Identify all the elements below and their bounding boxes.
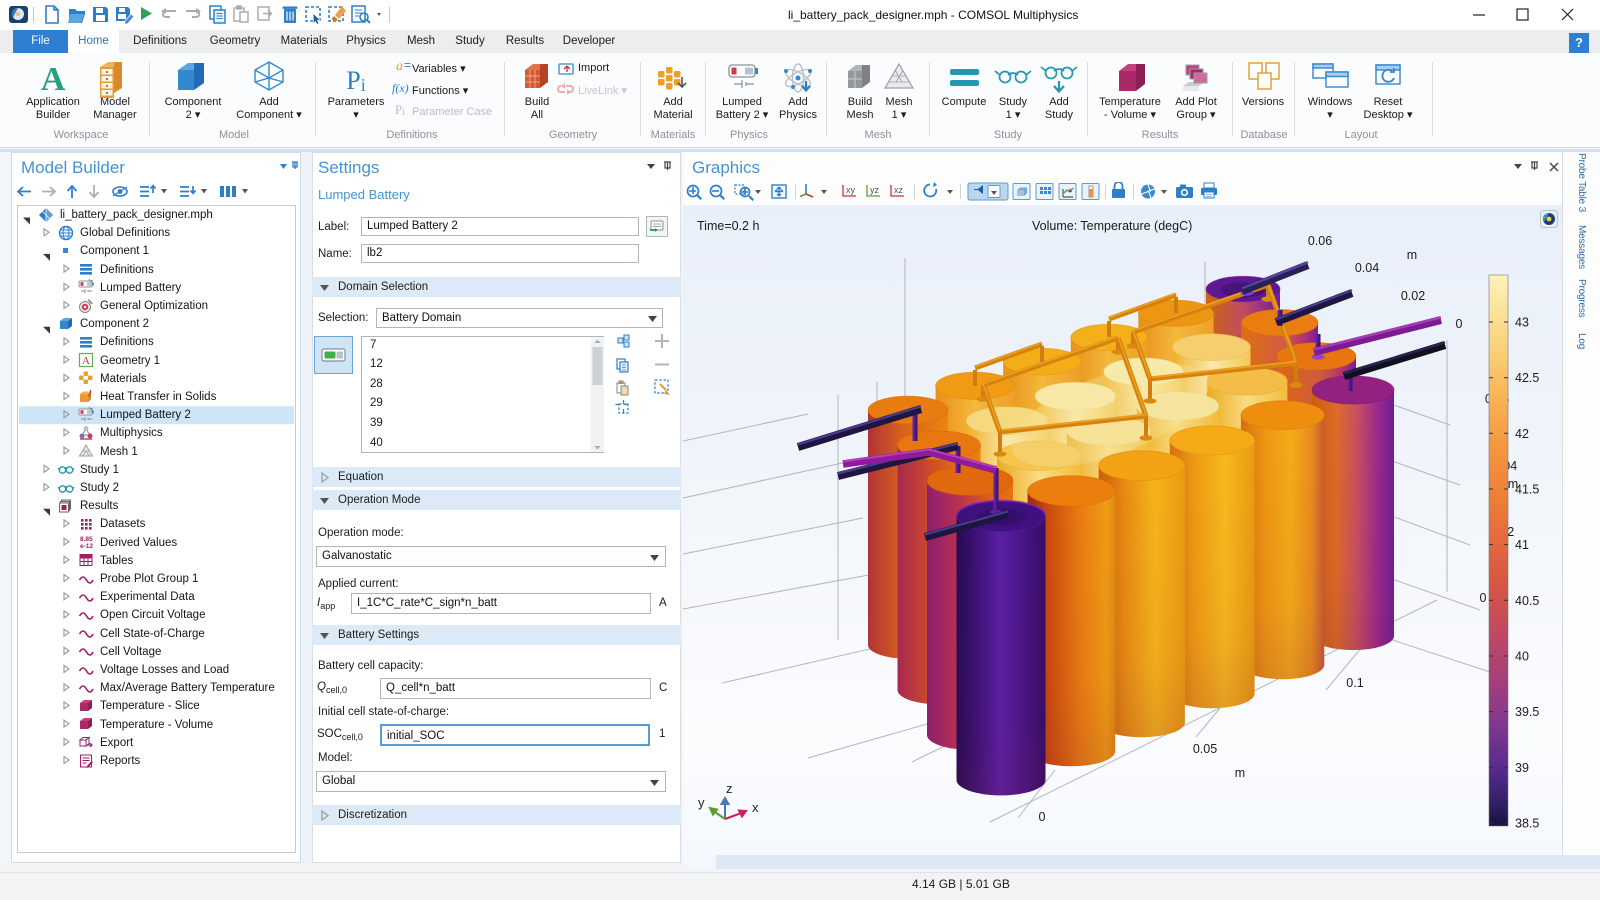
svg-text:a: a [396, 59, 403, 74]
svg-text:x: x [752, 800, 759, 815]
svg-text:41.5: 41.5 [1515, 483, 1539, 497]
svg-text:0.05: 0.05 [1193, 742, 1217, 756]
svg-text:41: 41 [1515, 538, 1529, 552]
svg-text:0: 0 [1039, 810, 1046, 824]
svg-text:A: A [41, 61, 66, 98]
svg-text:xy: xy [846, 185, 856, 195]
svg-text:39.5: 39.5 [1515, 705, 1539, 719]
svg-text:39: 39 [1515, 761, 1529, 775]
svg-text:0: 0 [1456, 317, 1463, 331]
svg-text:42.5: 42.5 [1515, 371, 1539, 385]
svg-text:40.5: 40.5 [1515, 594, 1539, 608]
svg-text:43: 43 [1515, 316, 1529, 330]
svg-text:Pi: Pi [346, 66, 365, 95]
svg-text:xz: xz [894, 185, 904, 195]
svg-text:e-12: e-12 [80, 543, 93, 550]
svg-text:0.06: 0.06 [1308, 234, 1332, 248]
svg-text:Pi: Pi [395, 102, 405, 118]
svg-text:y: y [698, 795, 705, 810]
svg-text:38.5: 38.5 [1515, 816, 1539, 830]
svg-text:A: A [82, 355, 90, 367]
svg-text:0.02: 0.02 [1401, 289, 1425, 303]
svg-text:8.85: 8.85 [80, 536, 93, 543]
svg-text:42: 42 [1515, 427, 1529, 441]
svg-text:m: m [1235, 766, 1245, 780]
svg-text:yz: yz [870, 185, 880, 195]
svg-text:0.1: 0.1 [1346, 676, 1363, 690]
svg-text:0: 0 [1480, 591, 1487, 605]
svg-text:m: m [1407, 248, 1417, 262]
svg-text:f(x): f(x) [392, 81, 409, 95]
svg-text:0.04: 0.04 [1355, 261, 1379, 275]
svg-text:40: 40 [1515, 650, 1529, 664]
svg-text:=: = [404, 58, 411, 72]
svg-text:z: z [726, 781, 733, 796]
